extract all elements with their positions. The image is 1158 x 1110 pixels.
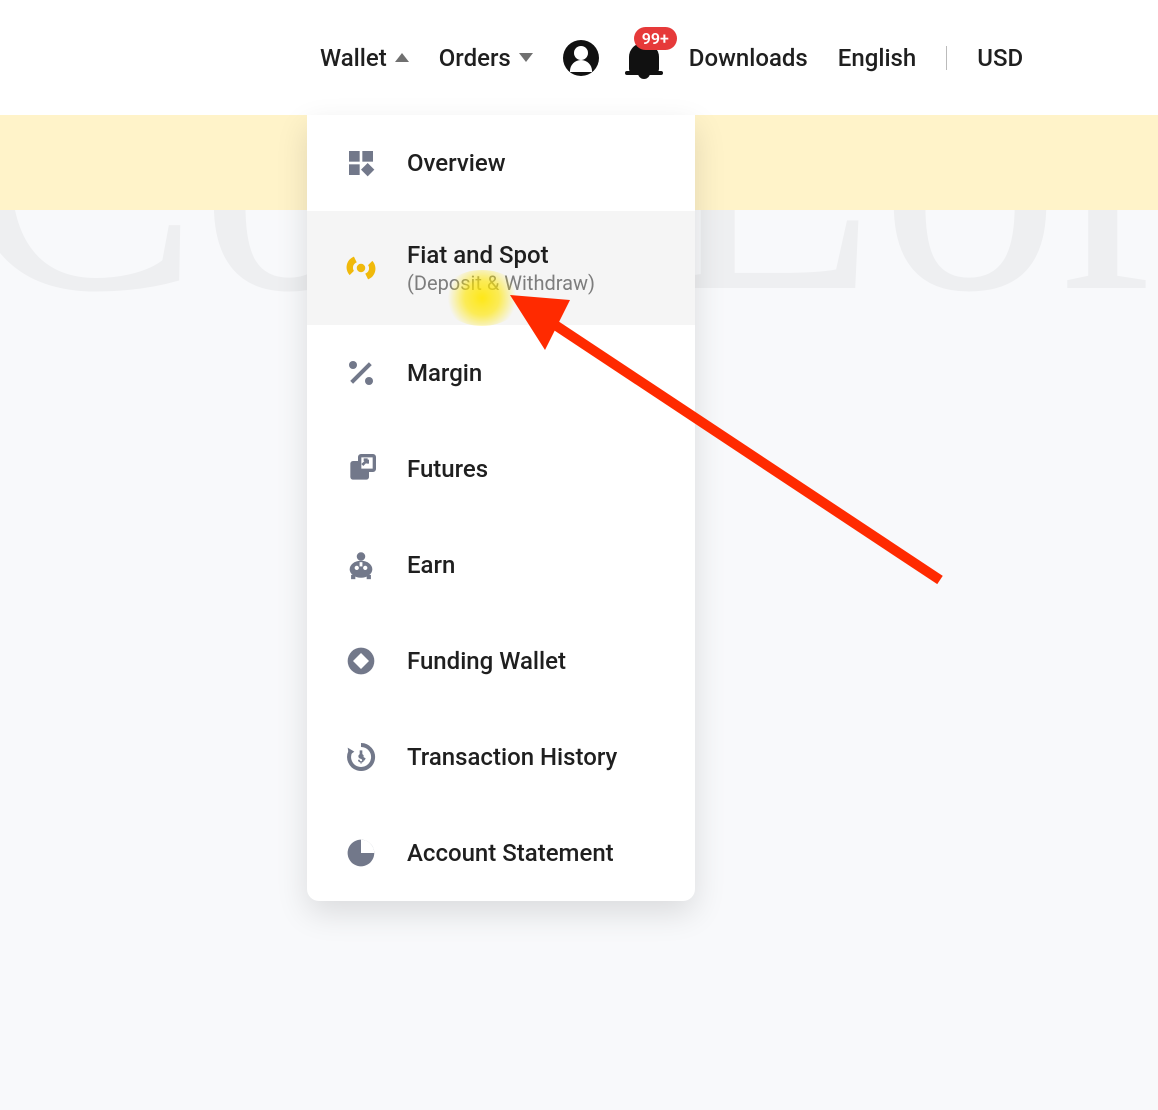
funding-wallet-icon — [343, 643, 379, 679]
fiat-spot-icon — [343, 250, 379, 286]
dropdown-item-label: Overview — [407, 149, 506, 177]
dropdown-item-label: Transaction History — [407, 743, 617, 771]
user-avatar-icon — [563, 40, 599, 76]
dropdown-item-futures[interactable]: Futures — [307, 421, 695, 517]
dropdown-item-label: Account Statement — [407, 839, 614, 867]
futures-icon — [343, 451, 379, 487]
dropdown-item-earn[interactable]: Earn — [307, 517, 695, 613]
dropdown-item-fiat-and-spot[interactable]: Fiat and Spot (Deposit & Withdraw) — [307, 211, 695, 325]
dropdown-item-label: Margin — [407, 359, 482, 387]
account-statement-icon — [343, 835, 379, 871]
caret-down-icon — [519, 53, 533, 62]
dropdown-item-sublabel: (Deposit & Withdraw) — [407, 271, 595, 295]
top-navbar: Wallet Orders 99+ Downloads English USD — [0, 0, 1158, 115]
dropdown-item-transaction-history[interactable]: $ Transaction History — [307, 709, 695, 805]
caret-up-icon — [395, 53, 409, 62]
dropdown-item-funding-wallet[interactable]: Funding Wallet — [307, 613, 695, 709]
overview-icon — [343, 145, 379, 181]
nav-downloads[interactable]: Downloads — [689, 44, 808, 72]
vertical-divider — [946, 46, 947, 70]
nav-notifications[interactable]: 99+ — [629, 43, 659, 73]
dropdown-item-label: Earn — [407, 551, 455, 579]
wallet-dropdown: Overview Fiat and Spot (Deposit & Withdr… — [307, 115, 695, 901]
margin-icon — [343, 355, 379, 391]
transaction-history-icon: $ — [343, 739, 379, 775]
dropdown-item-label: Futures — [407, 455, 488, 483]
nav-language[interactable]: English — [838, 44, 916, 72]
nav-orders[interactable]: Orders — [439, 44, 533, 72]
nav-currency[interactable]: USD — [977, 44, 1023, 72]
nav-orders-label: Orders — [439, 44, 511, 72]
nav-wallet-label: Wallet — [320, 44, 387, 72]
dropdown-item-label: Funding Wallet — [407, 647, 566, 675]
dropdown-item-label: Fiat and Spot — [407, 241, 595, 269]
nav-wallet[interactable]: Wallet — [320, 44, 409, 72]
dropdown-item-overview[interactable]: Overview — [307, 115, 695, 211]
earn-icon — [343, 547, 379, 583]
dropdown-item-account-statement[interactable]: Account Statement — [307, 805, 695, 901]
dropdown-item-margin[interactable]: Margin — [307, 325, 695, 421]
nav-account[interactable] — [563, 40, 599, 76]
notification-badge: 99+ — [634, 27, 677, 50]
